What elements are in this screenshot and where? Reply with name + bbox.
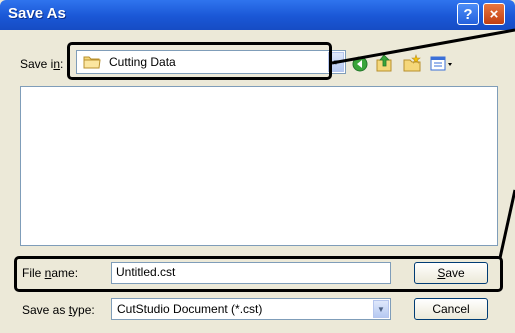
callout-line-top (331, 28, 515, 65)
callout-lines (331, 28, 515, 259)
callout-line-bottom (498, 189, 515, 259)
